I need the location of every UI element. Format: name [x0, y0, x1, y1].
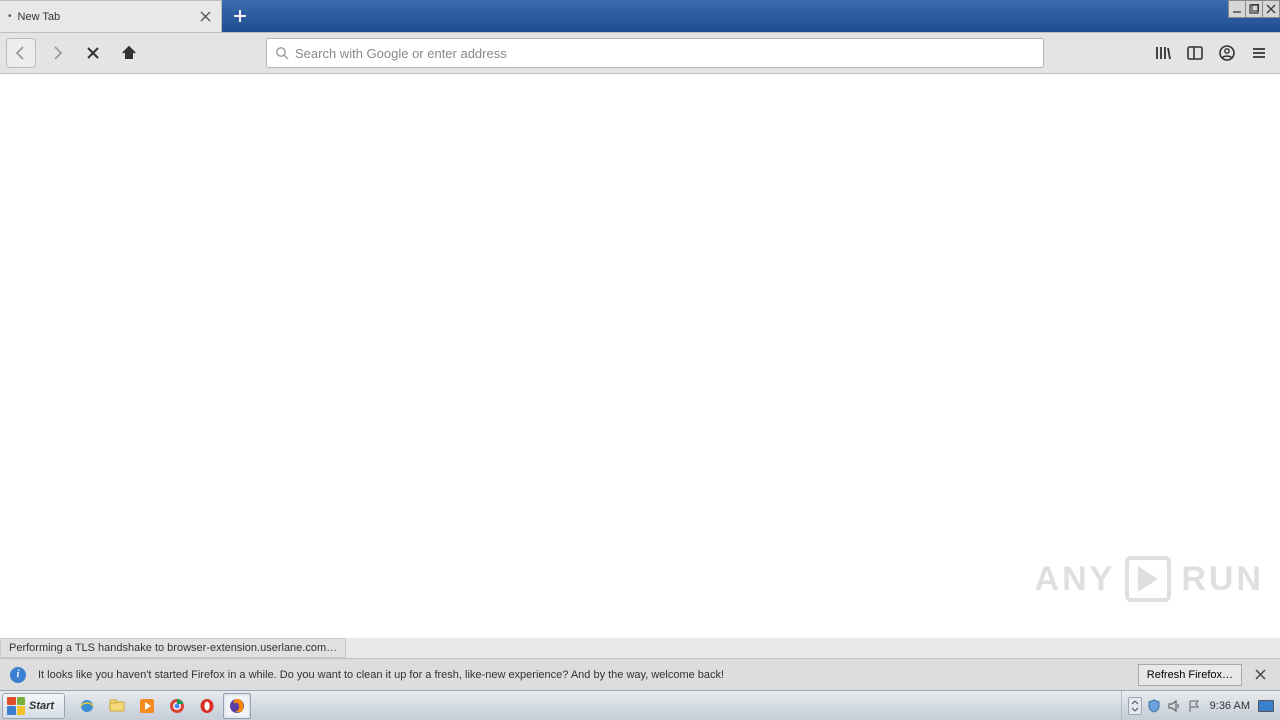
address-bar-container — [266, 38, 1044, 68]
start-label: Start — [29, 700, 54, 712]
address-bar[interactable] — [266, 38, 1044, 68]
close-window-button[interactable] — [1262, 0, 1280, 18]
back-button[interactable] — [6, 38, 36, 68]
info-icon: i — [10, 667, 26, 683]
notification-bar: i It looks like you haven't started Fire… — [0, 658, 1280, 690]
taskbar-firefox-icon[interactable] — [223, 693, 251, 719]
refresh-firefox-button[interactable]: Refresh Firefox… — [1138, 664, 1242, 686]
new-tab-button[interactable] — [222, 0, 258, 32]
notification-close-button[interactable] — [1250, 665, 1270, 685]
tab-close-button[interactable] — [197, 9, 213, 25]
quick-launch — [73, 693, 251, 719]
account-button[interactable] — [1212, 38, 1242, 68]
taskbar-chrome-icon[interactable] — [163, 693, 191, 719]
navigation-toolbar — [0, 32, 1280, 74]
windows-logo-icon — [7, 697, 25, 715]
taskbar-ie-icon[interactable] — [73, 693, 101, 719]
tab-loading-dot: • — [8, 11, 12, 22]
url-input[interactable] — [295, 46, 1035, 61]
taskbar-explorer-icon[interactable] — [103, 693, 131, 719]
watermark-right: RUN — [1181, 560, 1264, 599]
home-button[interactable] — [114, 38, 144, 68]
toolbar-right-icons — [1148, 38, 1274, 68]
windows-taskbar: Start 9:36 — [0, 690, 1280, 720]
window-titlebar: • New Tab — [0, 0, 1280, 32]
start-button[interactable]: Start — [2, 693, 65, 719]
tray-flag-icon[interactable] — [1186, 698, 1202, 714]
forward-button[interactable] — [42, 38, 72, 68]
tab-strip: • New Tab — [0, 0, 258, 32]
notification-message: It looks like you haven't started Firefo… — [38, 669, 724, 681]
tray-expand-button[interactable] — [1128, 697, 1142, 715]
watermark: ANY RUN — [1035, 556, 1264, 602]
taskbar-opera-icon[interactable] — [193, 693, 221, 719]
system-tray: 9:36 AM — [1121, 691, 1280, 720]
status-text: Performing a TLS handshake to browser-ex… — [0, 638, 346, 658]
minimize-button[interactable] — [1228, 0, 1246, 18]
window-controls — [1229, 0, 1280, 18]
tray-volume-icon[interactable] — [1166, 698, 1182, 714]
page-content: ANY RUN — [0, 74, 1280, 638]
status-bar: Performing a TLS handshake to browser-ex… — [0, 638, 1280, 658]
library-button[interactable] — [1148, 38, 1178, 68]
maximize-button[interactable] — [1245, 0, 1263, 18]
search-icon — [275, 46, 289, 60]
tray-shield-icon[interactable] — [1146, 698, 1162, 714]
tray-clock[interactable]: 9:36 AM — [1210, 700, 1250, 712]
watermark-left: ANY — [1035, 560, 1116, 599]
tray-monitor-icon[interactable] — [1258, 700, 1274, 712]
menu-button[interactable] — [1244, 38, 1274, 68]
taskbar-media-icon[interactable] — [133, 693, 161, 719]
watermark-play-icon — [1125, 556, 1171, 602]
browser-tab[interactable]: • New Tab — [0, 0, 222, 32]
tab-title: New Tab — [18, 11, 197, 23]
stop-button[interactable] — [78, 38, 108, 68]
sidebar-button[interactable] — [1180, 38, 1210, 68]
